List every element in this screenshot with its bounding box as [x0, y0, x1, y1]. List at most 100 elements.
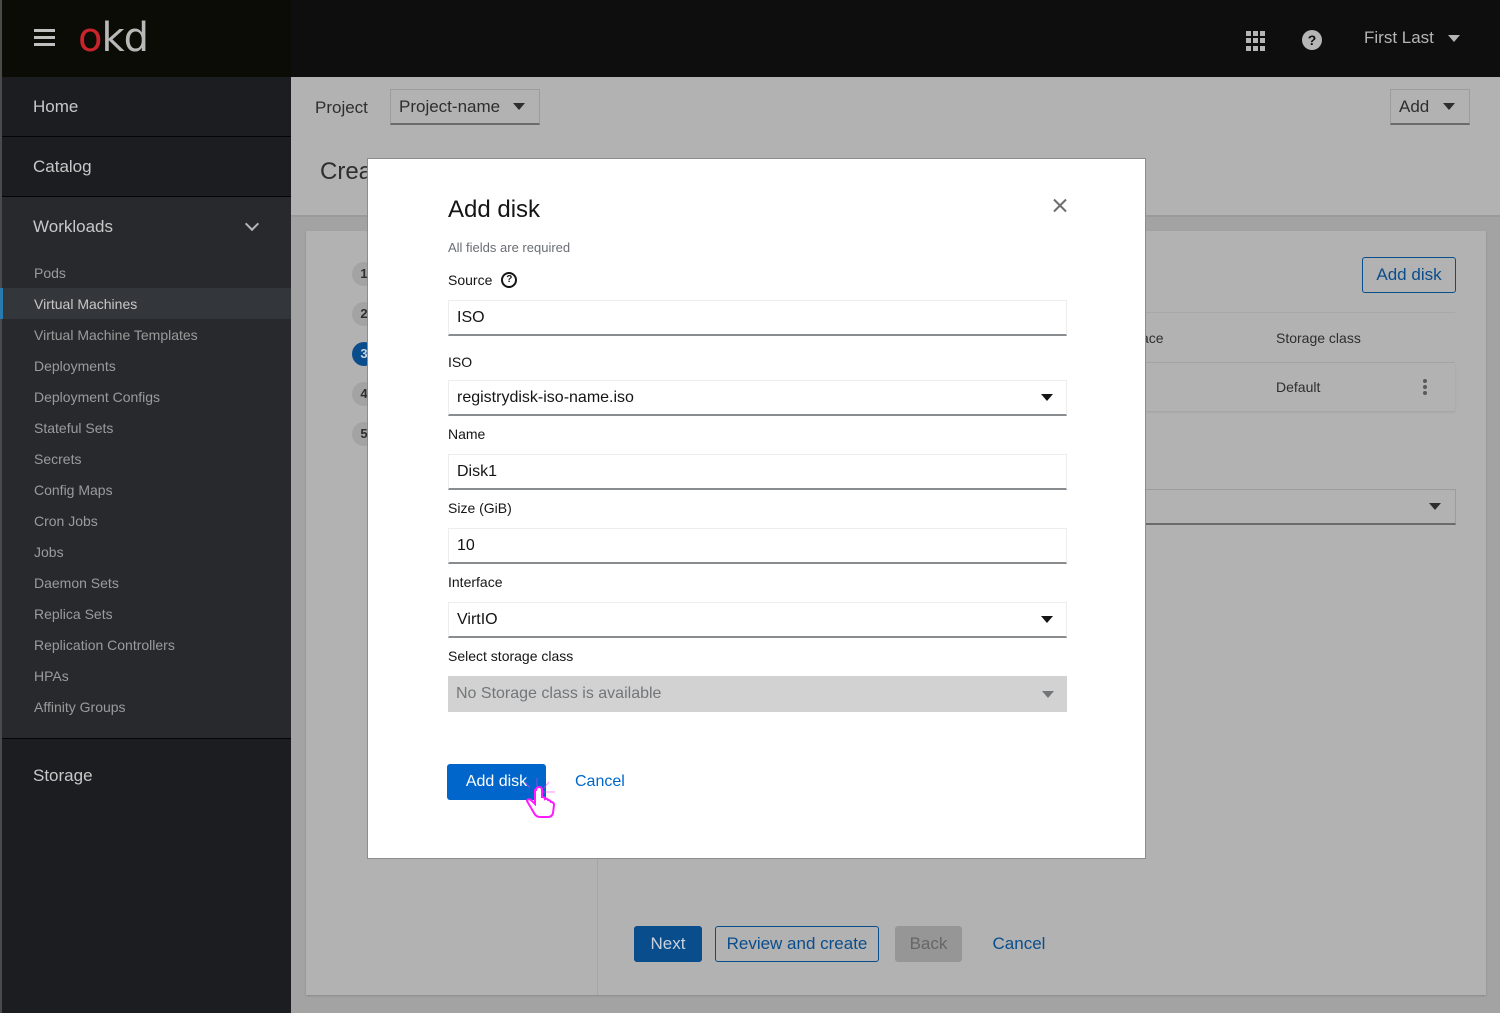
sidebar-item-hpas[interactable]: HPAs — [0, 660, 291, 691]
caret-down-icon — [1429, 503, 1441, 510]
sidebar-item-jobs[interactable]: Jobs — [0, 536, 291, 567]
review-button-label: Review and create — [726, 934, 868, 953]
sidebar-item-config-maps[interactable]: Config Maps — [0, 474, 291, 505]
close-icon[interactable] — [1052, 198, 1068, 214]
sidebar-item-label: Pods — [34, 264, 66, 281]
sidebar-item-daemon-sets[interactable]: Daemon Sets — [0, 567, 291, 598]
caret-down-icon — [1447, 34, 1460, 42]
add-disk-button-label: Add disk — [1376, 265, 1442, 284]
help-icon[interactable]: ? — [501, 272, 518, 288]
interface-select[interactable]: VirtIO — [448, 602, 1067, 638]
size-input[interactable]: 10 — [448, 528, 1067, 564]
sidebar-item-workloads[interactable]: Workloads — [2, 197, 291, 257]
user-menu[interactable]: First Last — [1364, 28, 1460, 48]
kebab-menu-icon[interactable] — [1423, 379, 1427, 395]
logo-kd: kd — [101, 15, 149, 61]
add-dropdown[interactable]: Add — [1390, 89, 1470, 125]
sidebar-item-label: Daemon Sets — [34, 574, 119, 591]
table-header: ace Storage class — [1141, 313, 1455, 363]
sidebar-item-home[interactable]: Home — [2, 77, 291, 137]
user-name: First Last — [1364, 28, 1434, 47]
storage-class-label: Select storage class — [448, 648, 574, 664]
iso-select[interactable]: registrydisk-iso-name.iso — [448, 380, 1067, 416]
source-value: ISO — [457, 308, 485, 326]
sidebar-item-label: Storage — [33, 766, 93, 785]
sidebar: Home Catalog Workloads Pods Virtual Machi… — [0, 77, 291, 1013]
required-note: All fields are required — [448, 240, 571, 255]
disk-table: ace Storage class Default — [1141, 313, 1455, 411]
sidebar-item-label: Stateful Sets — [34, 419, 114, 436]
caret-down-icon — [1443, 103, 1455, 110]
sidebar-item-label: Virtual Machine Templates — [34, 326, 198, 343]
iso-label: ISO — [448, 354, 473, 370]
add-dropdown-label: Add — [1399, 96, 1430, 116]
caret-down-icon — [513, 103, 525, 110]
wizard-cancel-button[interactable]: Cancel — [984, 926, 1054, 962]
sidebar-item-catalog[interactable]: Catalog — [2, 137, 291, 197]
add-disk-button-bg[interactable]: Add disk — [1362, 257, 1456, 293]
add-disk-submit-label: Add disk — [465, 773, 528, 790]
iso-value: registrydisk-iso-name.iso — [457, 388, 634, 406]
sidebar-item-replica-sets[interactable]: Replica Sets — [0, 598, 291, 629]
sidebar-item-label: Secrets — [34, 450, 82, 467]
sidebar-item-label: Workloads — [33, 217, 113, 236]
sidebar-item-cron-jobs[interactable]: Cron Jobs — [0, 505, 291, 536]
back-button-label: Back — [909, 934, 948, 953]
sidebar-item-label: Deployments — [34, 357, 116, 374]
sidebar-item-label: Affinity Groups — [34, 698, 126, 715]
sidebar-item-label: Home — [33, 96, 79, 116]
sidebar-item-label: HPAs — [34, 667, 69, 684]
modal-title: Add disk — [448, 196, 541, 223]
background-select[interactable] — [1141, 489, 1456, 525]
brand-area: okd — [0, 0, 291, 77]
next-button-label: Next — [650, 934, 686, 953]
name-label: Name — [448, 426, 486, 442]
sidebar-item-label: Replication Controllers — [34, 636, 175, 653]
sidebar-item-pods[interactable]: Pods — [0, 257, 291, 288]
wizard-cancel-label: Cancel — [992, 934, 1046, 953]
review-and-create-button[interactable]: Review and create — [715, 926, 879, 962]
caret-down-icon — [1041, 616, 1053, 623]
interface-value: VirtIO — [457, 610, 498, 628]
project-select[interactable]: Project-name — [390, 89, 540, 125]
chevron-down-icon — [244, 216, 260, 232]
sidebar-item-label: Catalog — [33, 156, 92, 176]
sidebar-item-virtual-machine-templates[interactable]: Virtual Machine Templates — [0, 319, 291, 350]
sidebar-item-label: Config Maps — [34, 481, 113, 498]
menu-icon[interactable] — [34, 29, 55, 47]
app-launcher-icon[interactable] — [1246, 31, 1266, 51]
sidebar-item-label: Virtual Machines — [34, 295, 138, 312]
sidebar-item-stateful-sets[interactable]: Stateful Sets — [0, 412, 291, 443]
project-label: Project — [315, 98, 368, 117]
sidebar-item-label: Cron Jobs — [34, 512, 98, 529]
sidebar-item-replication-controllers[interactable]: Replication Controllers — [0, 629, 291, 660]
okd-logo[interactable]: okd — [78, 15, 149, 61]
sidebar-item-label: Jobs — [34, 543, 64, 560]
back-button[interactable]: Back — [895, 926, 962, 962]
name-input[interactable]: Disk1 — [448, 454, 1067, 490]
caret-down-icon — [1042, 690, 1054, 698]
source-label: Source ? — [448, 272, 518, 288]
storage-class-cell: Default — [1276, 379, 1321, 395]
sidebar-item-deployments[interactable]: Deployments — [0, 350, 291, 381]
add-disk-submit-button[interactable]: Add disk — [447, 764, 546, 800]
name-value: Disk1 — [457, 462, 498, 480]
sidebar-item-storage[interactable]: Storage — [2, 739, 291, 813]
modal-cancel-button[interactable]: Cancel — [575, 773, 625, 791]
next-button[interactable]: Next — [634, 926, 702, 962]
help-icon[interactable]: ? — [1302, 30, 1322, 50]
storage-class-value: No Storage class is available — [456, 685, 662, 702]
caret-down-icon — [1041, 394, 1053, 401]
masthead: okd ? First Last — [0, 0, 1500, 77]
sidebar-item-label: Replica Sets — [34, 605, 113, 622]
source-field[interactable]: ISO — [448, 300, 1067, 336]
storage-class-select: No Storage class is available — [448, 676, 1067, 712]
sidebar-item-secrets[interactable]: Secrets — [0, 443, 291, 474]
page-title: Crea — [320, 158, 373, 185]
sidebar-item-virtual-machines[interactable]: Virtual Machines — [0, 288, 291, 319]
logo-o: o — [78, 15, 103, 61]
source-label-text: Source — [448, 272, 493, 288]
table-row: Default — [1141, 363, 1455, 411]
sidebar-item-deployment-configs[interactable]: Deployment Configs — [0, 381, 291, 412]
sidebar-item-affinity-groups[interactable]: Affinity Groups — [0, 691, 291, 722]
